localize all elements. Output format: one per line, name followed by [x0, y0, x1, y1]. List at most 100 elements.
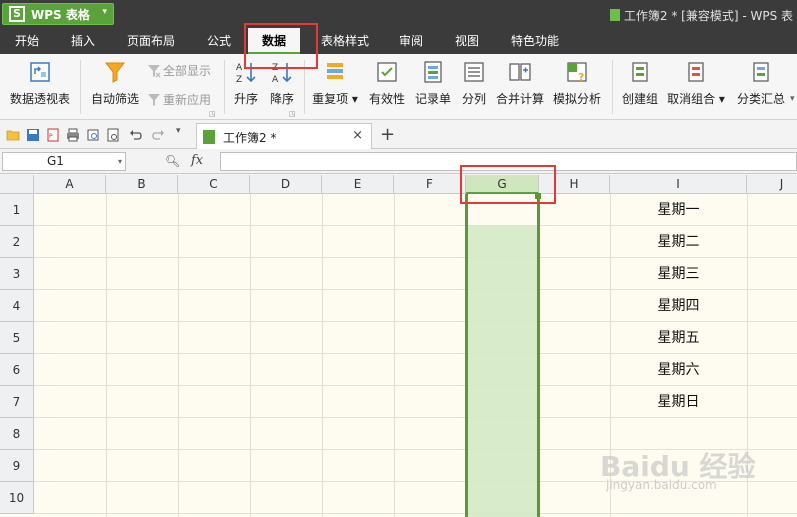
reapply-button[interactable]: 重新应用 — [147, 91, 211, 108]
chevron-down-icon: ▾ — [102, 7, 107, 17]
row-header-1[interactable]: 1 — [0, 194, 34, 226]
create-group-button[interactable]: 创建组 — [618, 60, 662, 107]
split-column-button[interactable]: 分列 — [458, 60, 490, 107]
ribbon-separator — [224, 60, 225, 114]
row-header-9[interactable]: 9 — [0, 450, 34, 482]
cell-i4[interactable]: 星期四 — [610, 290, 747, 322]
tab-page-layout[interactable]: 页面布局 — [118, 28, 184, 54]
row-header-2[interactable]: 2 — [0, 226, 34, 258]
ungroup-label: 取消组合 ▾ — [667, 92, 725, 106]
row-header-4[interactable]: 4 — [0, 290, 34, 322]
chevron-down-icon[interactable]: ▾ — [118, 153, 122, 170]
filter-reapply-icon — [148, 94, 160, 106]
subtotal-icon — [753, 62, 769, 82]
column-header-a[interactable]: A — [34, 175, 106, 194]
consolidate-label: 合并计算 — [495, 92, 544, 106]
print-preview-icon[interactable] — [86, 128, 100, 142]
ribbon-separator — [80, 60, 81, 114]
validity-label: 有效性 — [368, 92, 405, 106]
dialog-launcher-icon[interactable]: ◳ — [209, 110, 216, 118]
fx-icon[interactable]: fx — [191, 153, 203, 168]
document-tab[interactable]: 工作簿2 * × — [196, 123, 372, 149]
cell-i7[interactable]: 星期日 — [610, 386, 747, 418]
column-header-f[interactable]: F — [394, 175, 466, 194]
column-header-j[interactable]: J — [747, 175, 797, 194]
print-icon[interactable] — [66, 128, 80, 142]
auto-filter-button[interactable]: 自动筛选 — [88, 60, 142, 107]
auto-filter-label: 自动筛选 — [90, 92, 139, 106]
tab-review[interactable]: 审阅 — [388, 28, 434, 54]
svg-text:P: P — [49, 133, 53, 140]
undo-icon[interactable] — [128, 128, 142, 142]
row-header-6[interactable]: 6 — [0, 354, 34, 386]
close-icon[interactable]: × — [352, 128, 363, 143]
svg-text:?: ? — [578, 71, 584, 84]
save-icon[interactable] — [26, 128, 40, 142]
tab-formula[interactable]: 公式 — [196, 28, 242, 54]
column-selection-border — [465, 194, 468, 517]
tab-table-style[interactable]: 表格样式 — [312, 28, 378, 54]
zoom-icon[interactable]: 🔍︎ — [165, 154, 180, 168]
wps-logo-icon: S — [9, 6, 25, 22]
export-pdf-icon[interactable]: P — [46, 128, 60, 142]
what-if-label: 模拟分析 — [552, 92, 601, 106]
cell-i5[interactable]: 星期五 — [610, 322, 747, 354]
what-if-analysis-button[interactable]: ? 模拟分析 — [550, 60, 604, 107]
duplicates-icon — [327, 63, 343, 79]
show-all-button[interactable]: 全部显示 — [147, 62, 211, 79]
tab-home[interactable]: 开始 — [4, 28, 50, 54]
column-header-e[interactable]: E — [322, 175, 394, 194]
title-bar: S WPS 表格 ▾ 工作簿2 * [兼容模式] - WPS 表 — [0, 0, 797, 28]
pivot-table-label: 数据透视表 — [9, 92, 70, 106]
row-header-5[interactable]: 5 — [0, 322, 34, 354]
select-all-corner[interactable] — [0, 175, 34, 194]
sort-desc-label: 降序 — [269, 92, 294, 106]
format-painter-icon[interactable] — [106, 128, 120, 142]
app-menu-button[interactable]: S WPS 表格 ▾ — [2, 3, 114, 25]
tab-insert[interactable]: 插入 — [60, 28, 106, 54]
column-header-i[interactable]: I — [610, 175, 747, 194]
cell-i6[interactable]: 星期六 — [610, 354, 747, 386]
pivot-table-button[interactable]: 数据透视表 — [8, 60, 72, 107]
column-selection-border — [537, 194, 540, 517]
column-header-c[interactable]: C — [178, 175, 250, 194]
cell-i2[interactable]: 星期二 — [610, 226, 747, 258]
column-header-d[interactable]: D — [250, 175, 322, 194]
tab-view[interactable]: 视图 — [444, 28, 490, 54]
open-folder-icon[interactable] — [6, 128, 20, 142]
new-tab-button[interactable]: + — [380, 124, 395, 145]
redo-icon[interactable] — [152, 128, 166, 142]
annotation-box-column-g — [460, 165, 556, 204]
app-name: WPS 表格 — [31, 7, 90, 22]
tab-special-features[interactable]: 特色功能 — [502, 28, 568, 54]
subtotal-label: 分类汇总 — [736, 92, 785, 106]
ribbon-separator — [612, 60, 613, 114]
record-list-label: 记录单 — [414, 92, 451, 106]
row-header-7[interactable]: 7 — [0, 386, 34, 418]
name-box-value: G1 — [47, 154, 64, 168]
quick-access-bar: P ▾ 工作簿2 * × + — [0, 121, 797, 149]
ribbon-more-icon[interactable]: ▾ — [790, 94, 795, 104]
row-header-8[interactable]: 8 — [0, 418, 34, 450]
ungroup-button[interactable]: 取消组合 ▾ — [666, 60, 726, 107]
name-box[interactable]: G1 ▾ — [2, 152, 126, 171]
split-column-label: 分列 — [461, 92, 486, 106]
data-validation-icon — [377, 62, 397, 82]
cell-i1[interactable]: 星期一 — [610, 194, 747, 226]
sort-asc-label: 升序 — [233, 92, 258, 106]
dialog-launcher-icon[interactable]: ◳ — [289, 110, 296, 118]
consolidate-button[interactable]: 合并计算 — [494, 60, 546, 107]
row-header-3[interactable]: 3 — [0, 258, 34, 290]
svg-text:A: A — [272, 75, 279, 84]
customize-quick-access-icon[interactable]: ▾ — [176, 126, 181, 136]
pivot-table-icon — [30, 62, 50, 82]
create-group-label: 创建组 — [621, 92, 658, 106]
cell-i3[interactable]: 星期三 — [610, 258, 747, 290]
row-header-10[interactable]: 10 — [0, 482, 34, 514]
validity-button[interactable]: 有效性 — [366, 60, 408, 107]
document-tab-label: 工作簿2 * — [223, 131, 277, 145]
subtotal-button[interactable]: 分类汇总 — [734, 60, 788, 107]
column-header-b[interactable]: B — [106, 175, 178, 194]
window-title: 工作簿2 * [兼容模式] - WPS 表 — [609, 7, 793, 24]
record-list-button[interactable]: 记录单 — [412, 60, 454, 107]
